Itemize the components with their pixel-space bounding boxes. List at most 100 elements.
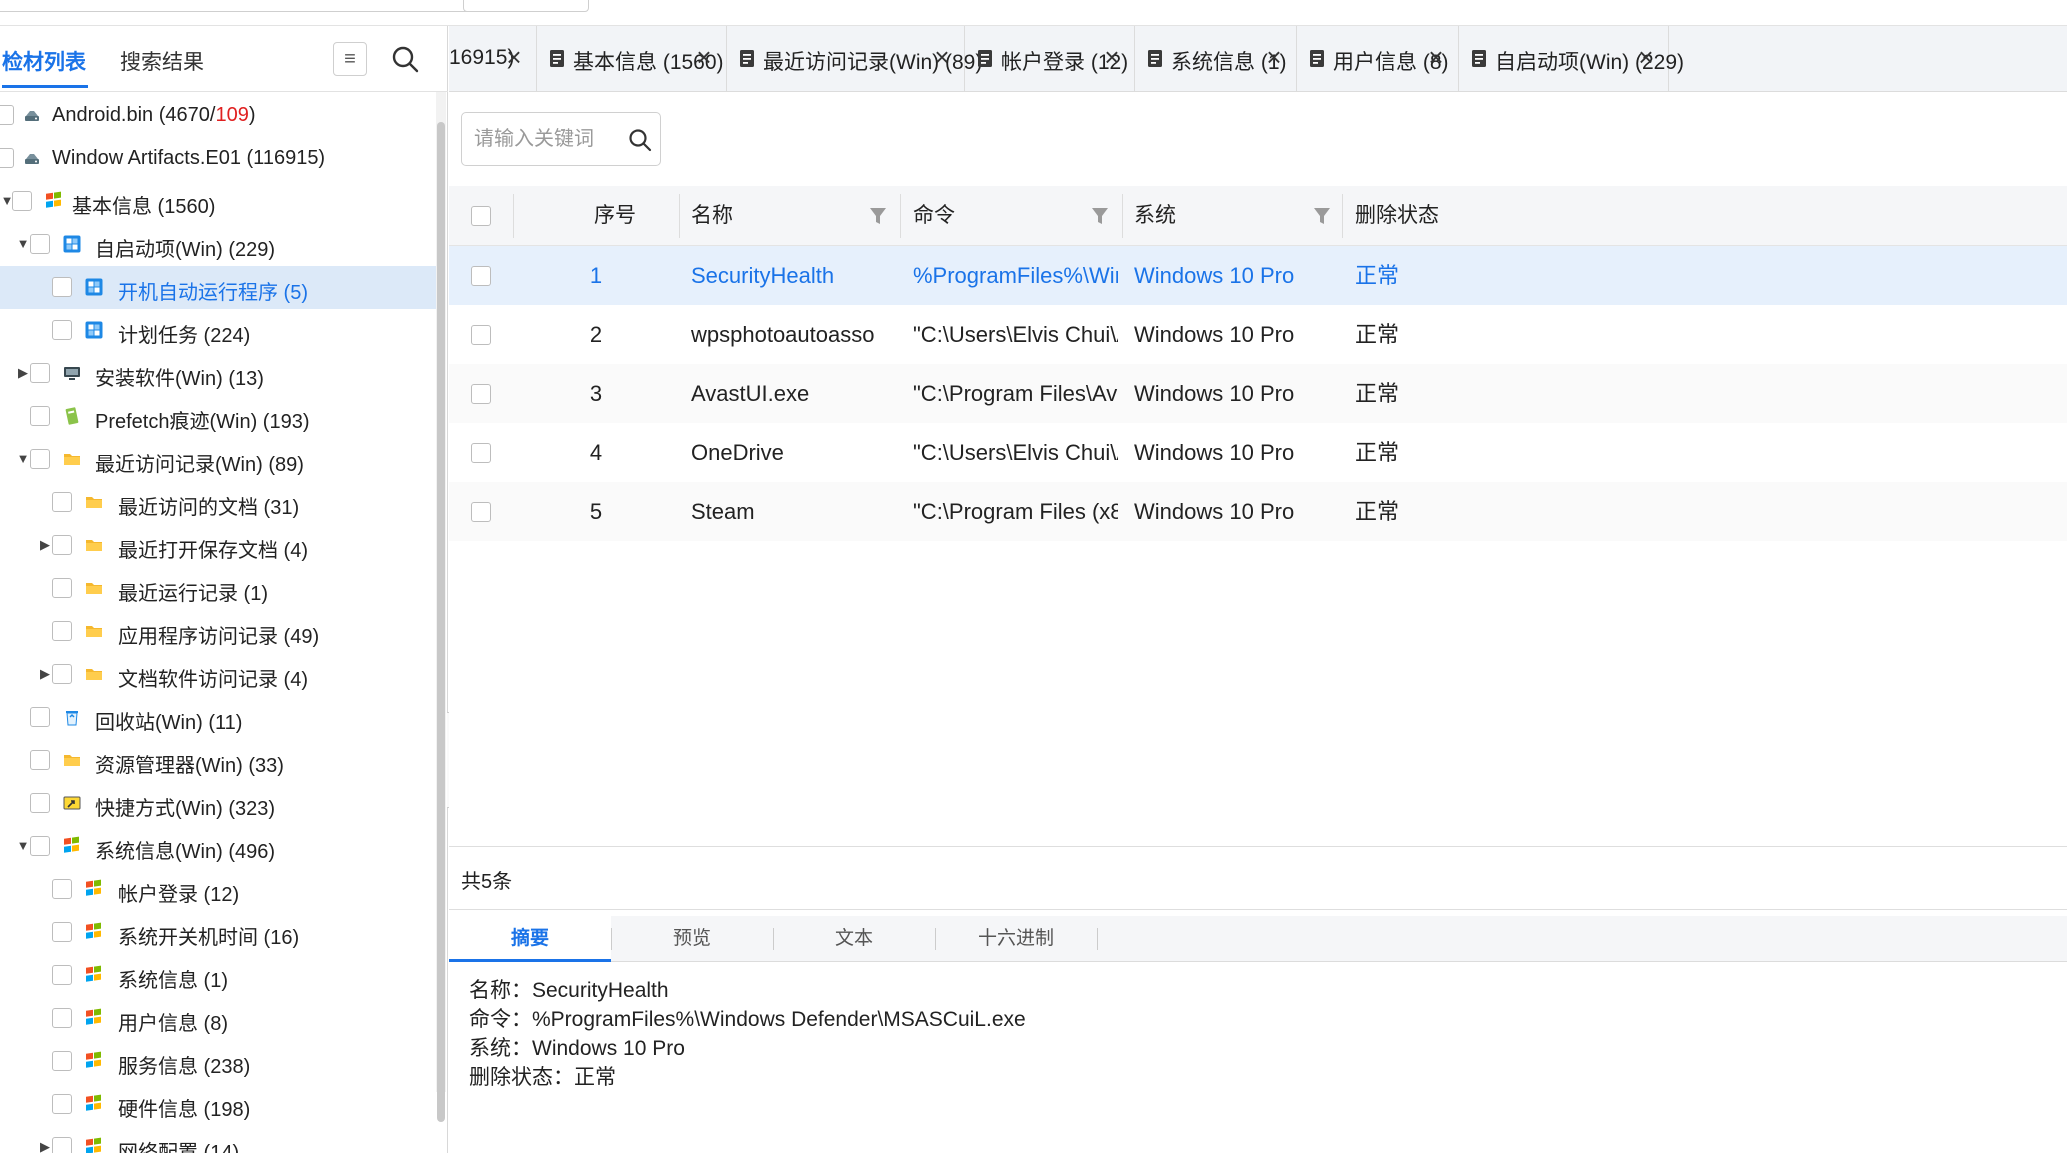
close-icon[interactable]: ×	[1101, 44, 1123, 70]
caret-right-icon[interactable]: ▶	[16, 366, 30, 380]
document-tab[interactable]: 用户信息 (8) ×	[1297, 26, 1459, 92]
detail-tab[interactable]: 预览	[611, 916, 773, 962]
tree-item[interactable]: Android.bin (4670/109)	[0, 94, 436, 137]
menu-icon[interactable]: ≡	[333, 42, 367, 76]
document-tab[interactable]: 自启动项(Win) (229) ×	[1459, 26, 1684, 92]
row-checkbox[interactable]	[471, 325, 491, 345]
caret-down-icon[interactable]: ▼	[16, 237, 30, 251]
column-header-delete-status[interactable]: 删除状态	[1355, 186, 1439, 246]
tree-item-checkbox[interactable]	[0, 105, 14, 125]
table-row[interactable]: 1 SecurityHealth %ProgramFiles%\Windo... Wi…	[449, 246, 2067, 305]
tree-item-checkbox[interactable]	[52, 1137, 72, 1153]
document-tab[interactable]: 16915) ×	[449, 26, 537, 92]
column-header-command[interactable]: 命令	[913, 186, 955, 246]
tab-evidence-list[interactable]: 检材列表	[2, 46, 88, 88]
tab-search-results[interactable]: 搜索结果	[120, 46, 204, 76]
tree-item-checkbox[interactable]	[30, 836, 50, 856]
tree-item-checkbox[interactable]	[30, 406, 50, 426]
tree-item[interactable]: 应用程序访问记录 (49)	[0, 610, 436, 653]
detail-tab[interactable]: 摘要	[449, 916, 611, 962]
tree-item[interactable]: ▼ 基本信息 (1560)	[0, 180, 436, 223]
column-header-system[interactable]: 系统	[1134, 186, 1176, 246]
tree-item-checkbox[interactable]	[52, 1051, 72, 1071]
tree-scrollbar-thumb[interactable]	[437, 122, 445, 1122]
tree-item-checkbox[interactable]	[30, 707, 50, 727]
tree-item-checkbox[interactable]	[30, 234, 50, 254]
keyword-search-input[interactable]	[474, 125, 614, 153]
caret-right-icon[interactable]: ▶	[38, 538, 52, 552]
tree-item-checkbox[interactable]	[52, 320, 72, 340]
tree-item[interactable]: Prefetch痕迹(Win) (193)	[0, 395, 436, 438]
tree-item[interactable]: 资源管理器(Win) (33)	[0, 739, 436, 782]
search-icon[interactable]	[627, 127, 653, 153]
tree-item[interactable]: Window Artifacts.E01 (116915)	[0, 137, 436, 180]
column-header-name[interactable]: 名称	[691, 186, 733, 246]
caret-down-icon[interactable]: ▼	[16, 839, 30, 853]
close-icon[interactable]: ×	[503, 44, 525, 70]
close-icon[interactable]: ×	[1263, 44, 1285, 70]
tree-item[interactable]: ▶ 文档软件访问记录 (4)	[0, 653, 436, 696]
caret-down-icon[interactable]: ▼	[16, 452, 30, 466]
tree-item-checkbox[interactable]	[30, 449, 50, 469]
tree-item[interactable]: 系统信息 (1)	[0, 954, 436, 997]
tree-item[interactable]: ▼ 系统信息(Win) (496)	[0, 825, 436, 868]
column-header-index[interactable]: 序号	[594, 186, 636, 246]
document-tab[interactable]: 基本信息 (1560) ×	[537, 26, 727, 92]
close-icon[interactable]: ×	[931, 44, 953, 70]
table-row[interactable]: 4 OneDrive "C:\Users\Elvis Chui\App... Wind…	[449, 423, 2067, 482]
tree-item[interactable]: 系统开关机时间 (16)	[0, 911, 436, 954]
tree-item-checkbox[interactable]	[52, 277, 72, 297]
row-checkbox[interactable]	[471, 502, 491, 522]
tree-item[interactable]: ▶ 最近打开保存文档 (4)	[0, 524, 436, 567]
tree-item-checkbox[interactable]	[52, 1008, 72, 1028]
select-all-checkbox[interactable]	[471, 206, 491, 226]
tree-item-checkbox[interactable]	[52, 965, 72, 985]
tree-item-checkbox[interactable]	[52, 1094, 72, 1114]
tree-item[interactable]: ▶ 安装软件(Win) (13)	[0, 352, 436, 395]
tree-item-checkbox[interactable]	[52, 535, 72, 555]
tree-item-checkbox[interactable]	[52, 664, 72, 684]
table-row[interactable]: 3 AvastUI.exe "C:\Program Files\Avast S...…	[449, 364, 2067, 423]
search-icon[interactable]	[388, 42, 422, 76]
tree-item[interactable]: 快捷方式(Win) (323)	[0, 782, 436, 825]
tree-item-checkbox[interactable]	[30, 793, 50, 813]
close-icon[interactable]: ×	[1425, 44, 1447, 70]
tree-item-checkbox[interactable]	[52, 621, 72, 641]
document-tab[interactable]: 最近访问记录(Win) (89) ×	[727, 26, 982, 92]
close-icon[interactable]: ×	[1635, 44, 1657, 70]
tree-item-checkbox[interactable]	[52, 492, 72, 512]
row-checkbox[interactable]	[471, 443, 491, 463]
caret-right-icon[interactable]: ▶	[38, 1140, 52, 1153]
tree-item[interactable]: 回收站(Win) (11)	[0, 696, 436, 739]
tree-item-checkbox[interactable]	[30, 363, 50, 383]
tree-item[interactable]: 服务信息 (238)	[0, 1040, 436, 1083]
filter-icon[interactable]	[869, 206, 887, 226]
tree-item[interactable]: 最近运行记录 (1)	[0, 567, 436, 610]
table-row[interactable]: 5 Steam "C:\Program Files (x86)\St... Windo…	[449, 482, 2067, 541]
tree-item-checkbox[interactable]	[52, 578, 72, 598]
tree-item-checkbox[interactable]	[30, 750, 50, 770]
tree-item-checkbox[interactable]	[0, 148, 14, 168]
caret-right-icon[interactable]: ▶	[38, 667, 52, 681]
close-icon[interactable]: ×	[693, 44, 715, 70]
tree-item[interactable]: 硬件信息 (198)	[0, 1083, 436, 1126]
filter-icon[interactable]	[1091, 206, 1109, 226]
tree-item[interactable]: ▼ 最近访问记录(Win) (89)	[0, 438, 436, 481]
row-checkbox[interactable]	[471, 384, 491, 404]
tree-item-checkbox[interactable]	[52, 922, 72, 942]
detail-tab[interactable]: 十六进制	[935, 916, 1097, 962]
document-tab[interactable]: 帐户登录 (12) ×	[965, 26, 1135, 92]
detail-tab[interactable]: 文本	[773, 916, 935, 962]
tree-item[interactable]: 帐户登录 (12)	[0, 868, 436, 911]
filter-icon[interactable]	[1313, 206, 1331, 226]
top-button-fragment[interactable]	[463, 0, 589, 12]
row-checkbox[interactable]	[471, 266, 491, 286]
tree-item-checkbox[interactable]	[12, 191, 32, 211]
tree-item[interactable]: ▼ 自启动项(Win) (229)	[0, 223, 436, 266]
tree-item[interactable]: ▶ 网络配置 (14)	[0, 1126, 436, 1153]
tree-scrollbar[interactable]	[436, 92, 446, 1122]
tree-item[interactable]: 计划任务 (224)	[0, 309, 436, 352]
document-tab[interactable]: 系统信息 (1) ×	[1135, 26, 1297, 92]
table-row[interactable]: 2 wpsphotoautoasso "C:\Users\Elvis Chui\Ap…	[449, 305, 2067, 364]
top-input-fragment[interactable]	[0, 0, 526, 12]
